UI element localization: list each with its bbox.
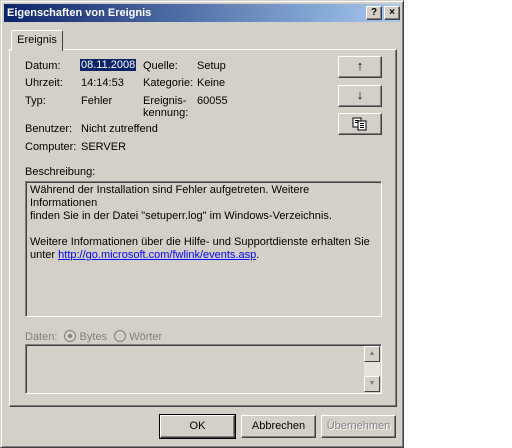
event-properties-dialog: Eigenschaften von Ereignis ? × Ereignis … [0,0,404,448]
description-line-3: Weitere Informationen über die Hilfe- un… [30,236,370,248]
words-radio[interactable] [114,330,127,342]
benutzer-label: Benutzer: [25,123,73,135]
arrow-up-icon: ↑ [356,58,364,73]
data-box[interactable]: ▲ ▼ [25,344,382,394]
description-line-4-suffix: . [256,249,260,261]
description-line-4-prefix: unter [30,249,56,261]
kategorie-value: Keine [197,77,226,89]
copy-icon [352,117,367,131]
datum-value[interactable]: 08.11.2008 [80,59,137,71]
beschreibung-label: Beschreibung: [25,166,96,178]
data-format-row: Daten: Bytes Wörter [25,330,162,343]
daten-label: Daten: [25,331,58,343]
typ-value: Fehler [81,95,113,107]
ereignis-label-line2: kennung: [143,107,189,119]
ereignis-label-line1: Ereignis- [143,95,187,107]
bytes-radio-label: Bytes [79,331,108,343]
data-scrollbar[interactable]: ▲ ▼ [364,346,380,392]
description-line-4: unter http://go.microsoft.com/fwlink/eve… [30,249,377,262]
previous-event-button[interactable]: ↑ [338,56,382,78]
cancel-button[interactable]: Abbrechen [241,415,316,438]
description-line-1: Während der Installation sind Fehler auf… [30,184,310,209]
help-button[interactable]: ? [366,6,382,20]
scroll-down-icon[interactable]: ▼ [364,376,380,392]
description-box[interactable]: Während der Installation sind Fehler auf… [25,181,382,317]
arrow-down-icon: ↓ [356,87,364,102]
computer-value: SERVER [81,141,127,153]
title-bar: Eigenschaften von Ereignis ? × [4,4,400,22]
words-radio-label: Wörter [129,331,163,343]
copy-button[interactable] [338,113,382,135]
ok-button[interactable]: OK [159,414,236,439]
window-title: Eigenschaften von Ereignis [7,7,152,19]
next-event-button[interactable]: ↓ [338,85,382,107]
scroll-up-icon[interactable]: ▲ [364,346,380,362]
datum-label: Datum: [25,60,61,72]
close-button[interactable]: × [384,6,400,20]
description-line-2: finden Sie in der Datei "setuperr.log" i… [30,210,332,222]
typ-label: Typ: [25,95,46,107]
computer-label: Computer: [25,141,77,153]
kategorie-label: Kategorie: [143,77,194,89]
tab-ereignis[interactable]: Ereignis [11,30,63,51]
help-link[interactable]: http://go.microsoft.com/fwlink/events.as… [58,249,256,261]
uhrzeit-label: Uhrzeit: [25,77,63,89]
ereigniskennung-value: 60055 [197,95,228,107]
benutzer-value: Nicht zutreffend [81,123,158,135]
quelle-label: Quelle: [143,60,178,72]
bytes-radio[interactable] [64,330,77,342]
uhrzeit-value: 14:14:53 [81,77,124,89]
apply-button[interactable]: Übernehmen [321,415,396,438]
quelle-value: Setup [197,60,226,72]
